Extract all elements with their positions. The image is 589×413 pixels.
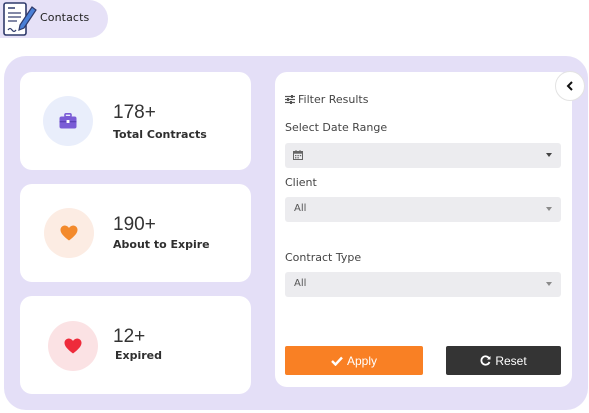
stat-card-total-contracts: 178+ Total Contracts bbox=[20, 72, 251, 170]
calendar-icon bbox=[293, 150, 303, 160]
chevron-left-icon bbox=[566, 81, 573, 91]
filter-title: Filter Results bbox=[285, 93, 368, 106]
date-range-label: Select Date Range bbox=[285, 121, 388, 134]
stat-card-about-to-expire: 190+ About to Expire bbox=[20, 184, 251, 282]
reset-label: Reset bbox=[495, 353, 527, 368]
sliders-icon bbox=[285, 95, 295, 104]
heart-icon-circle bbox=[48, 321, 98, 371]
collapse-button[interactable] bbox=[555, 71, 585, 101]
chevron-down-icon bbox=[546, 282, 552, 286]
total-contracts-value: 178+ bbox=[113, 102, 156, 123]
stat-card-expired: 12+ Expired bbox=[20, 296, 251, 394]
total-contracts-label: Total Contracts bbox=[113, 128, 207, 141]
contract-type-label: Contract Type bbox=[285, 251, 362, 264]
client-value: All bbox=[294, 203, 307, 214]
refresh-icon bbox=[480, 355, 491, 366]
about-to-expire-value: 190+ bbox=[113, 214, 156, 235]
client-label: Client bbox=[285, 176, 317, 189]
filter-title-label: Filter Results bbox=[298, 93, 369, 106]
briefcase-icon bbox=[59, 113, 77, 129]
expired-value: 12+ bbox=[113, 326, 146, 347]
page-title: Contacts bbox=[40, 11, 90, 24]
client-select[interactable]: All bbox=[285, 197, 561, 222]
check-icon bbox=[331, 356, 343, 366]
contract-type-value: All bbox=[294, 278, 307, 289]
date-range-select[interactable] bbox=[285, 143, 561, 168]
about-to-expire-label: About to Expire bbox=[113, 238, 210, 251]
contract-type-select[interactable]: All bbox=[285, 272, 561, 297]
chevron-down-icon bbox=[546, 207, 552, 211]
briefcase-icon-circle bbox=[43, 96, 93, 146]
apply-label: Apply bbox=[346, 353, 378, 368]
heart-icon-circle bbox=[44, 208, 94, 258]
header-pill: Contacts bbox=[0, 0, 108, 38]
filter-panel bbox=[275, 72, 572, 387]
expired-label: Expired bbox=[115, 349, 163, 362]
heart-icon bbox=[64, 338, 82, 354]
reset-button[interactable]: Reset bbox=[446, 346, 561, 375]
chevron-down-icon bbox=[546, 153, 552, 157]
apply-button[interactable]: Apply bbox=[285, 346, 423, 375]
heart-icon bbox=[60, 225, 78, 241]
contract-pen-icon bbox=[3, 2, 37, 36]
